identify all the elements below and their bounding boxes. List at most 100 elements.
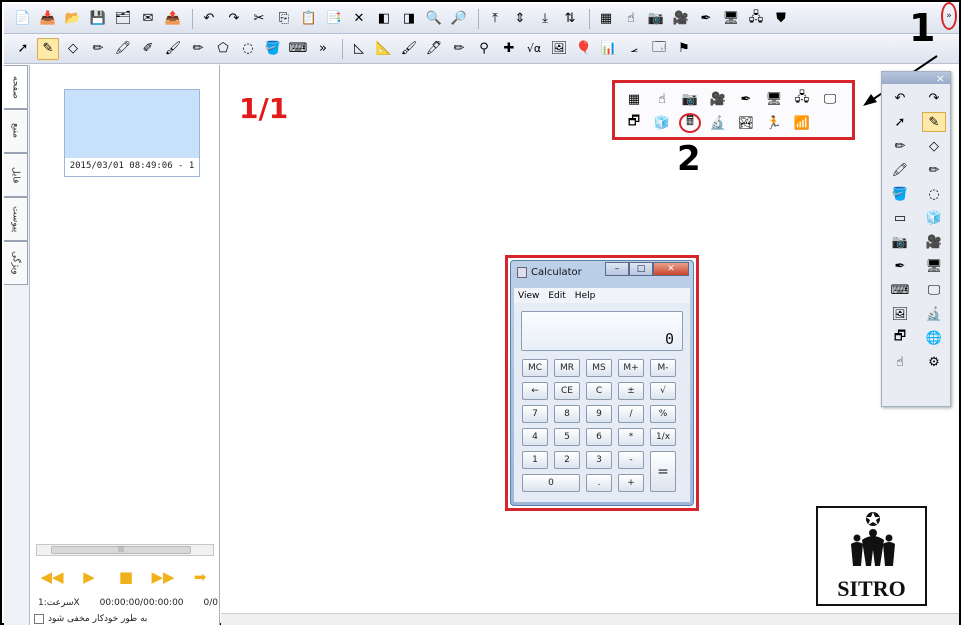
tab-attachment[interactable]: پیوست [4, 197, 28, 241]
maximize-button[interactable]: □ [629, 262, 653, 276]
cube-icon[interactable]: 🧊 [651, 113, 673, 133]
overflow-button-highlight[interactable]: » [941, 2, 957, 30]
highlighter-icon[interactable]: 🖍 [888, 160, 912, 180]
camera-icon[interactable]: 📷 [645, 8, 667, 30]
tab-file[interactable]: فایل [4, 153, 28, 197]
rewind-icon[interactable]: ◀◀ [40, 567, 64, 587]
hand-pointer-icon[interactable]: ☝ [651, 89, 673, 109]
cut-icon[interactable]: ✂ [248, 8, 270, 30]
pen-green-icon[interactable]: ✐ [137, 38, 159, 60]
calc-key[interactable]: C [586, 382, 612, 400]
palette-close-button[interactable]: × [936, 72, 945, 85]
eraser-icon[interactable]: ◇ [62, 38, 84, 60]
menu-help[interactable]: Help [575, 291, 596, 301]
calculator-icon[interactable]: 🖩 [679, 113, 701, 133]
calc-key[interactable]: + [618, 474, 644, 492]
record-icon[interactable]: ■ [114, 567, 138, 587]
brush-orange-icon[interactable]: 🖌 [398, 38, 420, 60]
undo-icon[interactable]: ↶ [888, 88, 912, 108]
monitor-icon[interactable]: 🖵 [922, 280, 946, 300]
hand-pointer-icon[interactable]: ☝ [620, 8, 642, 30]
align-middle-icon[interactable]: ⇕ [509, 8, 531, 30]
pen-red-icon[interactable]: ✏ [87, 38, 109, 60]
image-icon[interactable]: 🖼 [548, 38, 570, 60]
toolbar-overflow-button[interactable]: » [312, 38, 334, 60]
fill-icon[interactable]: 🪣 [262, 38, 284, 60]
pen-yellow-icon[interactable]: ✎ [37, 37, 59, 60]
calc-key[interactable]: 8 [554, 405, 580, 423]
calc-key[interactable]: MC [522, 359, 548, 377]
screen-icon[interactable]: 🗗 [888, 328, 912, 348]
pictures-icon[interactable]: 🏞 [735, 113, 757, 133]
calc-key[interactable]: / [618, 405, 644, 423]
screen-capture-icon[interactable]: ▦ [595, 8, 617, 30]
calc-key[interactable]: - [618, 451, 644, 469]
open-folder-icon[interactable]: 📂 [62, 8, 84, 30]
calc-key[interactable]: M+ [618, 359, 644, 377]
calc-key[interactable]: 3 [586, 451, 612, 469]
reorder-icon[interactable]: ⇅ [559, 8, 581, 30]
copy-icon[interactable]: ⎘ [273, 8, 295, 30]
save-icon[interactable]: 💾 [87, 8, 109, 30]
brush-icon[interactable]: 🖌 [162, 38, 184, 60]
calc-key[interactable]: 7 [522, 405, 548, 423]
save-as-icon[interactable]: 🗂 [112, 8, 134, 30]
pencil-blue-icon[interactable]: ✏ [922, 160, 946, 180]
hand-pointer-icon[interactable]: ☝ [888, 352, 912, 372]
projector-icon[interactable]: 🖥 [720, 8, 742, 30]
calc-key[interactable]: MS [586, 359, 612, 377]
screen-capture-icon[interactable]: ▦ [623, 89, 645, 109]
formula-icon[interactable]: √α [523, 38, 545, 60]
calc-key[interactable]: M- [650, 359, 676, 377]
pen-icon[interactable]: ✒ [888, 256, 912, 276]
undo-icon[interactable]: ↶ [198, 8, 220, 30]
camera-icon[interactable]: 📷 [888, 232, 912, 252]
close-button[interactable]: ✕ [653, 262, 689, 276]
camera-icon[interactable]: 📷 [679, 89, 701, 109]
panel-horizontal-scrollbar[interactable]: ||| [36, 544, 214, 556]
zoom-out-icon[interactable]: 🔎 [448, 8, 470, 30]
fast-forward-icon[interactable]: ▶▶ [151, 567, 175, 587]
calc-key[interactable]: ← [522, 382, 548, 400]
play-icon[interactable]: ▶ [77, 567, 101, 587]
calc-key[interactable]: 9 [586, 405, 612, 423]
pen-red-icon[interactable]: ✏ [888, 136, 912, 156]
align-bottom-icon[interactable]: ⤓ [534, 8, 556, 30]
balloon-icon[interactable]: 🎈 [573, 38, 595, 60]
flag-icon[interactable]: ⚑ [673, 38, 695, 60]
cube-icon[interactable]: 🧊 [922, 208, 946, 228]
rectangle-icon[interactable]: ▭ [888, 208, 912, 228]
calc-key[interactable]: ± [618, 382, 644, 400]
redo-icon[interactable]: ↷ [223, 8, 245, 30]
triangle-icon[interactable]: ◺ [348, 38, 370, 60]
calc-key[interactable]: 4 [522, 428, 548, 446]
calc-key[interactable]: % [650, 405, 676, 423]
next-icon[interactable]: ◨ [398, 8, 420, 30]
fill-icon[interactable]: 🪣 [888, 184, 912, 204]
pen-icon[interactable]: ✒ [735, 89, 757, 109]
menu-view[interactable]: View [518, 291, 539, 301]
globe-icon[interactable]: 🌐 [922, 328, 946, 348]
network-icon[interactable]: 🖧 [791, 89, 813, 109]
calc-key[interactable]: √ [650, 382, 676, 400]
align-top-icon[interactable]: ⤒ [484, 8, 506, 30]
calc-key[interactable]: 6 [586, 428, 612, 446]
calc-key[interactable]: CE [554, 382, 580, 400]
projector-icon[interactable]: 🖥 [763, 89, 785, 109]
calc-key[interactable]: MR [554, 359, 580, 377]
page-thumbnail[interactable]: 2015/03/01 08:49:06 - 1 [64, 89, 200, 177]
scrollbar-thumb[interactable]: ||| [51, 546, 191, 554]
shape-icon[interactable]: ⬠ [212, 38, 234, 60]
select-icon[interactable]: ➚ [12, 38, 34, 60]
email-icon[interactable]: ✉ [137, 8, 159, 30]
video-recorder-icon[interactable]: 🎥 [670, 8, 692, 30]
calc-key[interactable]: = [650, 451, 676, 492]
import-icon[interactable]: 📥 [37, 8, 59, 30]
projector-icon[interactable]: 🖥 [922, 256, 946, 276]
calc-key[interactable]: . [586, 474, 612, 492]
export-arrow-icon[interactable]: ➡ [188, 567, 212, 587]
pen-yellow-icon[interactable]: ✎ [922, 112, 946, 132]
stick-figure-icon[interactable]: 🏃 [763, 113, 785, 133]
calc-key[interactable]: * [618, 428, 644, 446]
calc-key[interactable]: 1/x [650, 428, 676, 446]
